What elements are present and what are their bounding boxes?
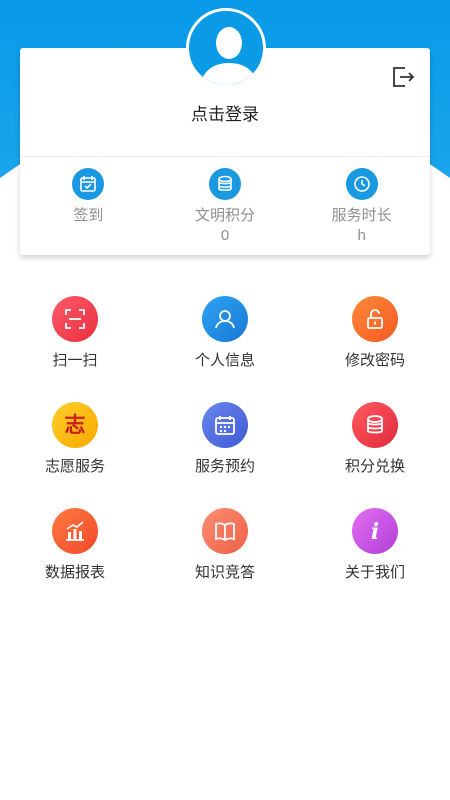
stat-label: 签到 (73, 207, 104, 224)
menu-change-password[interactable]: 修改密码 (300, 296, 450, 402)
menu-label: 关于我们 (344, 564, 405, 581)
scan-icon (52, 296, 98, 342)
clock-icon (345, 168, 378, 200)
svg-text:i: i (371, 519, 379, 543)
logout-icon (393, 67, 415, 87)
menu-volunteer-service[interactable]: 志 志愿服务 (0, 402, 150, 508)
menu-label: 个人信息 (194, 352, 255, 369)
avatar[interactable] (186, 8, 266, 88)
stat-value: h (357, 227, 366, 244)
stat-checkin[interactable]: 签到 (20, 168, 157, 245)
calendar-icon (202, 402, 248, 448)
lock-icon (352, 296, 398, 342)
stat-label: 文明积分 (195, 207, 256, 224)
volunteer-icon: 志 (52, 402, 98, 448)
menu-knowledge-quiz[interactable]: 知识竞答 (150, 508, 300, 614)
menu-label: 扫一扫 (52, 352, 98, 369)
bar-chart-icon (52, 508, 98, 554)
coin-stack-icon (209, 168, 241, 200)
menu-about-us[interactable]: i 关于我们 (300, 508, 450, 614)
menu-label: 修改密码 (344, 352, 405, 369)
menu-label: 知识竞答 (194, 564, 255, 581)
info-icon: i (352, 508, 398, 554)
svg-text:志: 志 (65, 412, 86, 437)
menu-label: 志愿服务 (44, 458, 105, 475)
stat-label: 服务时长 (331, 207, 392, 224)
book-icon (202, 508, 248, 554)
card-divider (20, 156, 430, 157)
menu-label: 积分兑换 (344, 458, 405, 475)
login-prompt[interactable]: 点击登录 (20, 100, 430, 125)
menu-personal-info[interactable]: 个人信息 (150, 296, 300, 402)
menu-data-report[interactable]: 数据报表 (0, 508, 150, 614)
menu-label: 服务预约 (194, 458, 255, 475)
stats-row: 签到 文明积分 0 服务时长 h (20, 168, 430, 245)
stat-points[interactable]: 文明积分 0 (157, 168, 294, 245)
menu-service-booking[interactable]: 服务预约 (150, 402, 300, 508)
user-icon (202, 296, 248, 342)
coins-icon (352, 402, 398, 448)
calendar-check-icon (72, 168, 105, 200)
stat-service-hours[interactable]: 服务时长 h (293, 168, 430, 245)
menu-label: 数据报表 (44, 564, 105, 581)
menu-grid: 扫一扫 个人信息 修改密码 志 志愿服务 服务预约 积分兑换 数据报表 知识竞答… (0, 296, 450, 614)
menu-scan[interactable]: 扫一扫 (0, 296, 150, 402)
stat-value: 0 (220, 227, 230, 244)
menu-points-exchange[interactable]: 积分兑换 (300, 402, 450, 508)
logout-button[interactable] (390, 64, 416, 90)
